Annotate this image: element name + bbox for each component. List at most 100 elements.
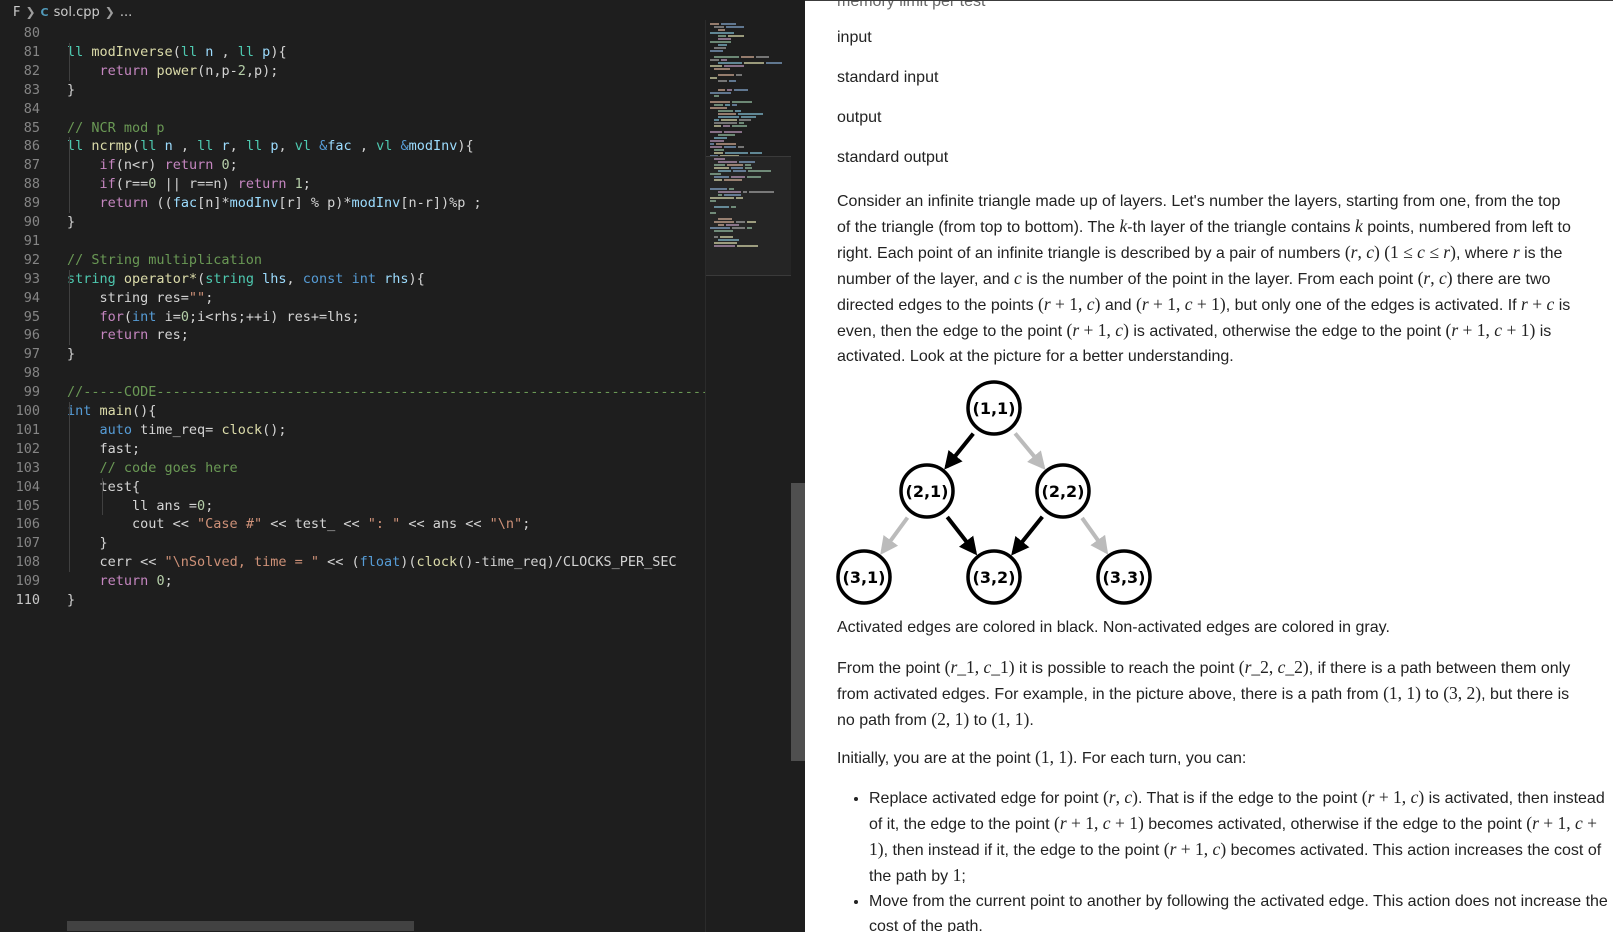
minimap-line (726, 26, 744, 28)
horizontal-scrollbar[interactable] (67, 921, 414, 931)
minimap-line (714, 68, 730, 70)
code-token: if (99, 157, 116, 174)
line-number: 81 (23, 43, 40, 60)
indent-guide (69, 269, 70, 346)
input-value: standard input (837, 69, 939, 86)
code-token: (){ (132, 403, 157, 419)
line-number: 102 (15, 440, 40, 457)
breadcrumb: F ❯ C sol.cpp ❯ ... (0, 0, 805, 24)
line-number: 104 (15, 478, 40, 495)
code-token: ll (197, 138, 214, 155)
code-line[interactable]: return res; (67, 326, 189, 345)
code-line[interactable]: } (67, 81, 75, 100)
code-token: res; (148, 327, 189, 344)
code-token: auto (99, 421, 133, 438)
code-token: ( (172, 43, 181, 60)
minimap-line (716, 143, 736, 145)
minimap-line (718, 89, 725, 91)
code-line[interactable]: } (67, 213, 75, 232)
line-number: 95 (23, 308, 40, 325)
code-line[interactable]: ll ncrmp(ll n , ll r, ll p, vl &fac , vl… (67, 137, 474, 156)
code-line[interactable]: } (67, 345, 75, 364)
minimap-line (732, 125, 747, 127)
code-token: ; (205, 497, 214, 514)
line-number: 89 (23, 195, 40, 212)
code-token: modInverse (91, 43, 173, 60)
breadcrumb-file[interactable]: sol.cpp (54, 5, 100, 20)
code-area[interactable]: 80 81 ll modInverse(ll n , ll p){82 return… (0, 24, 705, 920)
chevron-right-icon: ❯ (25, 5, 36, 19)
code-line[interactable]: if(n<r) return 0; (67, 156, 238, 175)
line-number: 98 (23, 365, 40, 382)
code-line[interactable]: ll ans =0; (67, 497, 213, 516)
minimap-line (718, 44, 727, 46)
code-token: string res= (67, 289, 189, 306)
code-token: "Case #" (197, 516, 263, 533)
code-line[interactable]: ll modInverse(ll n , ll p){ (67, 43, 287, 62)
code-token: test{ (67, 478, 141, 495)
minimap-line (714, 122, 737, 124)
code-line[interactable]: auto time_req= clock(); (67, 421, 287, 440)
breadcrumb-root[interactable]: F (13, 5, 20, 20)
code-line[interactable]: } (67, 534, 108, 553)
code-token: , (229, 138, 246, 155)
minimap-line (714, 125, 721, 127)
code-token: 0 (197, 497, 206, 514)
minimap-line (739, 122, 744, 124)
code-token: main (99, 403, 133, 419)
code-token: // NCR mod p (67, 119, 165, 136)
code-token: // code goes here (99, 459, 238, 476)
code-line[interactable]: cout << "Case #" << test_ << ": " << ans… (67, 515, 530, 534)
minimap-line (710, 131, 722, 133)
code-token: rhs (384, 270, 409, 287)
code-line[interactable]: string res=""; (67, 289, 214, 308)
minimap-line (718, 134, 735, 136)
node-label: (3,3) (1103, 568, 1146, 587)
code-line[interactable]: return 0; (67, 572, 173, 591)
inactive-edge (880, 516, 910, 555)
code-line[interactable]: // code goes here (67, 459, 238, 478)
code-line[interactable]: fast; (67, 440, 141, 459)
code-line[interactable]: // NCR mod p (67, 119, 165, 138)
code-line[interactable]: if(r==0 || r==n) return 1; (67, 175, 311, 194)
cpp-file-icon: C (40, 5, 49, 19)
code-line[interactable]: return ((fac[n]*modInv[r] % p)*modInv[n-… (67, 194, 482, 213)
code-token: [r] % p)* (278, 195, 352, 212)
code-line[interactable]: } (67, 591, 75, 610)
minimap-line (734, 89, 748, 91)
code-line[interactable]: return power(n,p-2,p); (67, 62, 279, 81)
minimap-line (724, 131, 742, 133)
code-token: 1 (294, 176, 303, 193)
minimap-line (718, 113, 736, 115)
code-line[interactable]: //-----CODE-----------------------------… (67, 383, 705, 402)
line-number: 82 (23, 62, 40, 79)
line-number: 96 (23, 327, 40, 344)
figure-caption: Activated edges are colored in black. No… (837, 619, 1390, 636)
minimap-line (714, 137, 727, 139)
minimap-line (744, 62, 764, 64)
minimap-line (729, 80, 736, 82)
breadcrumb-more[interactable]: ... (120, 5, 132, 20)
code-line[interactable]: for(int i=0;i<rhs;++i) res+=lhs; (67, 308, 360, 327)
minimap-slider[interactable] (791, 483, 805, 761)
code-line[interactable]: int main(){ (67, 402, 156, 421)
code-token: // String multiplication (67, 251, 263, 268)
code-token: 0 (221, 157, 230, 174)
code-token: modInv (351, 195, 401, 212)
code-token: << test_ << (262, 516, 368, 533)
minimap-line (738, 146, 744, 148)
indent-guide (69, 42, 70, 81)
minimap[interactable] (705, 20, 791, 932)
minimap-line (736, 74, 742, 76)
code-line[interactable]: cerr << "\nSolved, time = " << (float)(c… (67, 553, 677, 572)
code-line[interactable]: string operator*(string lhs, const int r… (67, 270, 425, 289)
line-number: 108 (15, 554, 40, 571)
minimap-line (718, 116, 739, 118)
code-editor[interactable]: F ❯ C sol.cpp ❯ ... 80 81 ll modInverse(ll… (0, 0, 805, 932)
minimap-line (714, 119, 719, 121)
code-line[interactable]: test{ (67, 478, 141, 497)
code-line[interactable]: // String multiplication (67, 251, 262, 270)
